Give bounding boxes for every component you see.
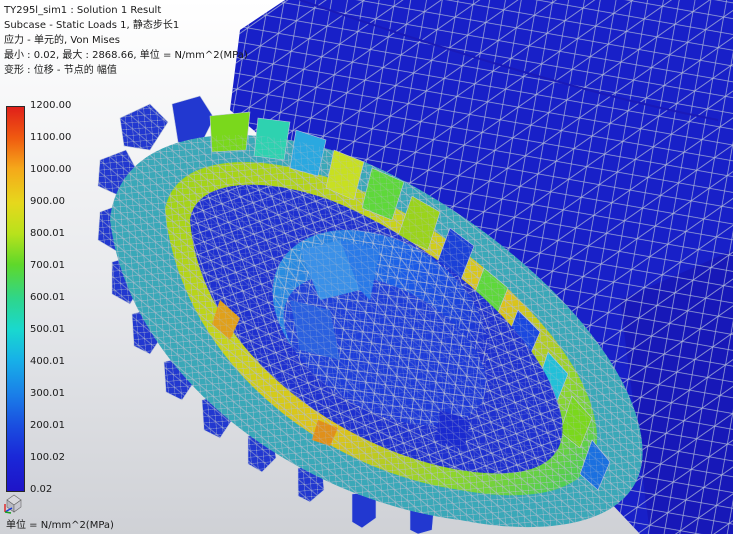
result-title: TY295l_sim1 : Solution 1 Result	[4, 5, 162, 16]
legend-tick: 600.01	[30, 292, 65, 303]
deformation-label: 变形 : 位移 - 节点的 幅值	[4, 65, 117, 76]
legend-tick: 500.01	[30, 324, 65, 335]
legend-tick: 400.01	[30, 356, 65, 367]
legend-tick: 700.01	[30, 260, 65, 271]
legend-tick: 0.02	[30, 484, 53, 495]
legend-tick: 1200.00	[30, 100, 72, 111]
stress-colorbar	[6, 106, 25, 492]
legend-tick: 200.01	[30, 420, 65, 431]
result-header: TY295l_sim1 : Solution 1 Result Subcase …	[4, 3, 248, 78]
csys-triad-icon[interactable]	[3, 492, 25, 514]
unit-label: 单位 = N/mm^2(MPa)	[6, 520, 114, 531]
legend-tick: 100.02	[30, 452, 65, 463]
model-viewport[interactable]	[0, 0, 733, 534]
subcase-label: Subcase - Static Loads 1, 静态步长1	[4, 20, 180, 31]
min-max-label: 最小 : 0.02, 最大 : 2868.66, 单位 = N/mm^2(MPa…	[4, 50, 248, 61]
legend-tick: 1000.00	[30, 164, 72, 175]
legend-tick: 800.01	[30, 228, 65, 239]
legend-tick: 300.01	[30, 388, 65, 399]
legend-tick: 900.00	[30, 196, 65, 207]
legend-tick: 1100.00	[30, 132, 72, 143]
result-type-label: 应力 - 单元的, Von Mises	[4, 35, 121, 46]
